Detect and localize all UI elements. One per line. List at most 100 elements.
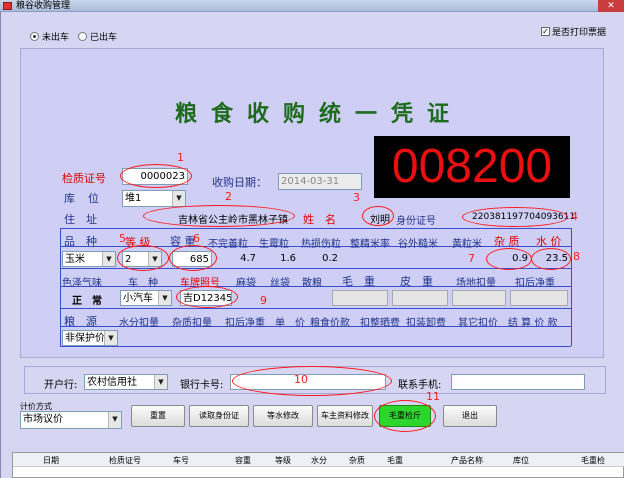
variety-value: 玉米 xyxy=(65,254,85,265)
bank-label: 开户行: xyxy=(44,380,78,391)
bank-select[interactable]: 农村信用社 ▼ xyxy=(84,374,168,390)
annotation-number: 8 xyxy=(573,250,580,263)
id-number-label: 身份证号 xyxy=(396,216,436,227)
close-button[interactable]: ✕ xyxy=(598,0,624,12)
annotation-number: 7 xyxy=(468,252,475,265)
annotation-number: 5 xyxy=(119,232,126,245)
annotation-number: 6 xyxy=(193,232,200,245)
moisture-deduct-label: 水分扣量 xyxy=(119,318,159,329)
annotation-ellipse xyxy=(176,286,238,308)
window-title: 粮谷收购管理 xyxy=(16,1,71,11)
annotation-ellipse xyxy=(374,400,436,432)
annotation-number: 10 xyxy=(294,373,308,386)
annotation-ellipse xyxy=(531,248,571,270)
checkbox-label: 是否打印票据 xyxy=(552,28,607,38)
variety-select[interactable]: 玉米 ▼ xyxy=(62,251,116,267)
bulk-label: 散粮 xyxy=(302,278,322,289)
card-label: 银行卡号: xyxy=(180,380,224,391)
column-header[interactable]: 容重 xyxy=(235,455,251,466)
phone-label: 联系手机: xyxy=(398,380,442,391)
annotation-ellipse xyxy=(143,205,295,227)
net-weight-input[interactable] xyxy=(510,290,568,306)
vehicle-type-select[interactable]: 小汽车 ▼ xyxy=(120,290,172,306)
column-header[interactable]: 毛重检 xyxy=(581,455,605,466)
polished-rate-label: 整精米率 xyxy=(350,239,390,250)
bank-value: 农村信用社 xyxy=(87,377,137,388)
radio-dot[interactable] xyxy=(78,32,87,41)
inspection-no-label: 检质证号 xyxy=(62,172,106,185)
column-header[interactable]: 库位 xyxy=(513,455,529,466)
column-header[interactable]: 检质证号 xyxy=(109,455,141,466)
vehicle-type-value: 小汽车 xyxy=(123,293,153,304)
color-smell-value: 正 常 xyxy=(72,296,102,307)
imperfect-input[interactable]: 4.7 xyxy=(216,251,258,267)
annotation-ellipse xyxy=(169,245,217,271)
checkbox-box[interactable]: ✓ xyxy=(541,27,550,36)
imperfect-label: 不完善粒 xyxy=(208,239,248,250)
chevron-down-icon[interactable]: ▼ xyxy=(158,291,171,305)
sprouted-label: 生霉粒 xyxy=(259,239,289,250)
gross-weight-label: 毛 重 xyxy=(342,275,375,288)
column-header[interactable]: 杂质 xyxy=(349,455,365,466)
valley-rice-label: 谷外糙米 xyxy=(398,239,438,250)
column-header[interactable]: 日期 xyxy=(43,455,59,466)
water-adjust-button[interactable]: 等水修改 xyxy=(253,405,313,427)
address-label: 住 址 xyxy=(64,213,97,226)
bag-label: 丝袋 xyxy=(270,278,290,289)
yard-deduct-input[interactable] xyxy=(452,290,506,306)
radio-departed[interactable]: 已出车 xyxy=(78,30,117,43)
radio-not-departed[interactable]: 未出车 xyxy=(30,30,69,43)
unit-price-label: 单 价 xyxy=(275,318,305,329)
chevron-down-icon[interactable]: ▼ xyxy=(172,191,185,206)
column-header[interactable]: 毛重 xyxy=(387,455,403,466)
gross-weight-input[interactable] xyxy=(332,290,388,306)
column-header[interactable]: 等级 xyxy=(275,455,291,466)
annotation-ellipse xyxy=(232,366,392,396)
vehicle-type-label: 车 种 xyxy=(128,278,158,289)
print-ticket-checkbox[interactable]: ✓ 是否打印票据 xyxy=(541,25,606,38)
sack-label: 麻袋 xyxy=(236,278,256,289)
annotation-ellipse xyxy=(120,164,192,188)
grid-line xyxy=(571,228,572,346)
sprouted-input[interactable]: 1.6 xyxy=(258,251,298,267)
other-deduct-label: 其它扣价 xyxy=(458,318,498,329)
pricing-select[interactable]: 市场议价 ▼ xyxy=(20,411,122,429)
loading-fee-label: 扣装卸费 xyxy=(406,318,446,329)
chevron-down-icon[interactable]: ▼ xyxy=(102,252,115,266)
annotation-number: 3 xyxy=(353,191,360,204)
chevron-down-icon[interactable]: ▼ xyxy=(104,331,117,345)
annotation-ellipse xyxy=(362,206,394,226)
annotation-number: 11 xyxy=(426,390,440,403)
phone-input[interactable] xyxy=(451,374,585,390)
reset-button[interactable]: 重置 xyxy=(131,405,185,427)
column-header[interactable]: 水分 xyxy=(311,455,327,466)
warehouse-value: 堆1 xyxy=(125,193,142,204)
column-header[interactable]: 车号 xyxy=(173,455,189,466)
purchase-date-picker[interactable]: 2014-03-31 xyxy=(278,173,362,190)
source-value: 非保护价 xyxy=(65,333,105,344)
date-value: 2014-03-31 xyxy=(281,176,340,187)
radio-label: 未出车 xyxy=(42,33,70,43)
warehouse-select[interactable]: 堆1 ▼ xyxy=(122,190,186,207)
column-header[interactable]: 产品名称 xyxy=(451,455,483,466)
after-net-label: 扣后净重 xyxy=(225,318,265,329)
title-bar: 粮谷收购管理 ✕ xyxy=(0,0,624,12)
annotation-number: 4 xyxy=(571,210,578,223)
exit-button[interactable]: 退出 xyxy=(443,405,497,427)
chevron-down-icon[interactable]: ▼ xyxy=(108,412,121,428)
chevron-down-icon[interactable]: ▼ xyxy=(154,375,167,389)
heat-damaged-input[interactable]: 0.2 xyxy=(300,251,340,267)
radio-label: 已出车 xyxy=(90,33,118,43)
source-select[interactable]: 非保护价 ▼ xyxy=(62,330,118,346)
records-table: 日期 检质证号 车号 容重 等级 水分 杂质 毛重 产品名称 库位 毛重检 xyxy=(12,452,624,478)
annotation-number: 1 xyxy=(177,151,184,164)
annotation-number: 2 xyxy=(225,190,232,203)
source-label: 粮 源 xyxy=(64,315,97,328)
radio-dot-selected[interactable] xyxy=(30,32,39,41)
tare-weight-input[interactable] xyxy=(392,290,448,306)
read-id-card-button[interactable]: 读取身份证 xyxy=(189,405,249,427)
drying-fee-label: 扣整晒费 xyxy=(360,318,400,329)
owner-edit-button[interactable]: 车主资料修改 xyxy=(317,405,373,427)
impurity-deduct-label: 杂质扣量 xyxy=(172,318,212,329)
grid-line xyxy=(60,346,571,347)
